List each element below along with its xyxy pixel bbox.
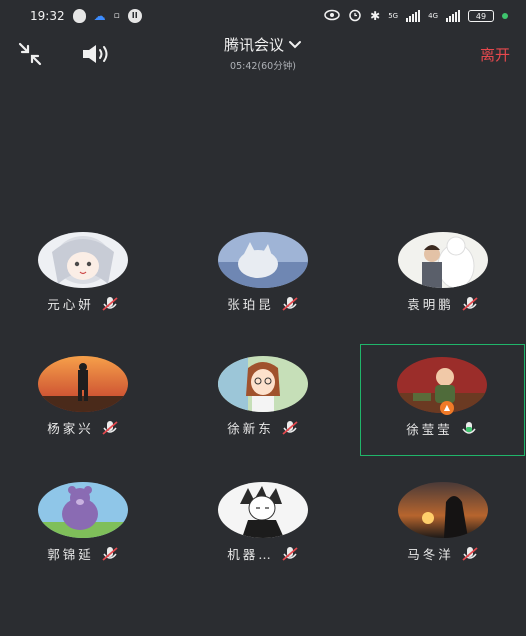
mic-muted-icon xyxy=(102,420,118,435)
meeting-title: 腾讯会议 xyxy=(223,36,284,54)
participant-tile-active[interactable]: ▲ 徐莹莹 xyxy=(360,344,525,456)
mic-muted-icon xyxy=(282,296,298,311)
participant-tile[interactable]: 徐新东 xyxy=(181,340,346,452)
chevron-down-icon xyxy=(289,40,301,48)
participant-name: 杨家兴 xyxy=(47,421,94,436)
meeting-title-area: 腾讯会议 05:42(60分钟) xyxy=(0,34,526,72)
avatar xyxy=(38,356,128,412)
network-5g-label: 5G xyxy=(388,12,399,20)
meeting-duration: 05:42(60分钟) xyxy=(230,61,296,72)
cloud-icon: ☁ xyxy=(93,9,106,23)
participant-name: 徐新东 xyxy=(227,421,274,436)
participant-name: 张珀昆 xyxy=(227,297,274,312)
participant-name-row: 元心妍 xyxy=(1,294,166,313)
signal-icon-2 xyxy=(446,10,460,22)
signal-icon xyxy=(406,10,421,22)
notification-icon: ▫ xyxy=(113,11,120,21)
avatar xyxy=(218,482,308,538)
participant-name-row: 徐新东 xyxy=(181,418,346,437)
alarm-icon xyxy=(348,8,362,25)
avatar xyxy=(38,482,128,538)
participant-name-row: 马冬洋 xyxy=(361,544,526,563)
participant-tile[interactable]: 元心妍 xyxy=(1,216,166,328)
network-4g-label: 4G xyxy=(428,12,438,20)
meeting-header: 腾讯会议 05:42(60分钟) 离开 xyxy=(0,32,526,76)
avatar xyxy=(398,482,488,538)
leave-button[interactable]: 离开 xyxy=(480,44,510,65)
battery-icon: 49 xyxy=(468,10,494,22)
mic-muted-icon xyxy=(102,296,118,311)
mic-muted-icon xyxy=(462,296,478,311)
participant-tile[interactable]: 马冬洋 xyxy=(361,466,526,578)
avatar xyxy=(38,232,128,288)
participant-name: 元心妍 xyxy=(47,297,94,312)
avatar xyxy=(218,356,308,412)
participant-name: 袁明鹏 xyxy=(407,297,454,312)
participant-tile[interactable]: 张珀昆 xyxy=(181,216,346,328)
status-dot xyxy=(502,13,508,19)
meeting-title-dropdown[interactable]: 腾讯会议 xyxy=(224,34,302,55)
mic-muted-icon xyxy=(462,546,478,561)
bluetooth-icon: ✱ xyxy=(370,9,381,23)
mic-muted-icon xyxy=(102,546,118,561)
pause-icon: II xyxy=(127,9,142,23)
participant-tile[interactable]: 机器… xyxy=(181,466,346,578)
participant-name-row: 张珀昆 xyxy=(181,294,346,313)
mic-muted-icon xyxy=(282,420,298,435)
status-time: 19:32 xyxy=(30,9,65,23)
participant-tile[interactable]: 袁明鹏 xyxy=(361,216,526,328)
status-bar: 19:32 ☁ ▫ II ✱ 5G 4G 49 xyxy=(0,0,526,32)
avatar xyxy=(398,232,488,288)
participant-tile[interactable]: 杨家兴 xyxy=(1,340,166,452)
participant-name: 马冬洋 xyxy=(407,547,454,562)
participant-name-row: 机器… xyxy=(181,544,346,563)
participant-name-row: 袁明鹏 xyxy=(361,294,526,313)
participant-name-row: 郭锦延 xyxy=(1,544,166,563)
qq-icon xyxy=(72,9,86,23)
participant-tile[interactable]: 郭锦延 xyxy=(1,466,166,578)
participant-name: 郭锦延 xyxy=(47,547,94,562)
participant-name-row: 杨家兴 xyxy=(1,418,166,437)
mic-active-icon xyxy=(462,421,476,434)
avatar xyxy=(218,232,308,288)
mic-muted-icon xyxy=(282,546,298,561)
participant-name: 机器… xyxy=(227,547,274,562)
participant-name-row: 徐莹莹 xyxy=(361,419,524,438)
speaking-indicator-icon: ▲ xyxy=(440,401,454,415)
participant-name: 徐莹莹 xyxy=(406,422,453,437)
eye-icon xyxy=(324,9,340,24)
